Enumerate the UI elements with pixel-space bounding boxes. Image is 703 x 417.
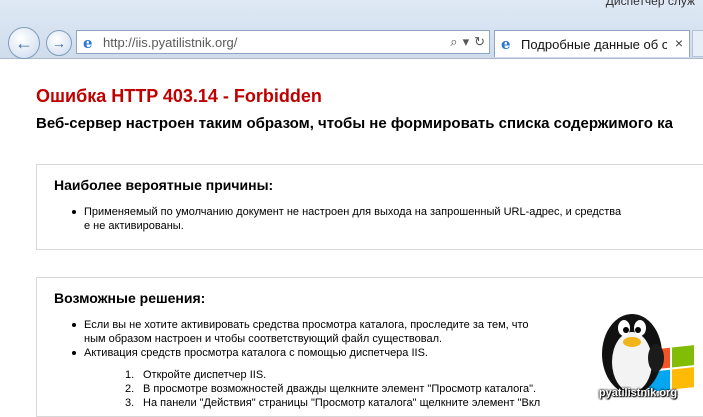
browser-toolbar: Диспетчер служ ← → e http://iis.pyatilis…: [0, 0, 703, 59]
chevron-down-icon[interactable]: ▾: [463, 34, 470, 50]
causes-heading: Наиболее вероятные причины:: [54, 177, 274, 193]
step-item: 3. На панели "Действия" страницы "Просмот…: [125, 396, 540, 410]
refresh-icon[interactable]: ↻: [474, 34, 485, 50]
step-text: На панели "Действия" страницы "Просмотр …: [143, 397, 541, 409]
cause-item-line2: е не активированы.: [84, 220, 184, 232]
forward-button[interactable]: →: [46, 30, 72, 56]
background-window-title: Диспетчер служ: [605, 0, 695, 8]
step-number: 1.: [125, 369, 135, 381]
pyatilistnik-logo: pyatilistnik.org: [588, 298, 703, 407]
solution-item-iis: Активация средств просмотра каталога с п…: [72, 347, 428, 359]
solutions-heading: Возможные решения:: [54, 290, 206, 306]
forward-arrow-icon: →: [52, 35, 66, 51]
ie-page-icon: e: [83, 34, 93, 52]
step-number: 2.: [125, 383, 135, 395]
address-tools: ⌕ ▾ ↻: [450, 34, 485, 50]
address-url[interactable]: http://iis.pyatilistnik.org/: [103, 35, 237, 50]
solution-item-line1: Если вы не хотите активировать средства …: [72, 319, 529, 331]
step-number: 3.: [125, 397, 135, 409]
back-arrow-icon: ←: [15, 32, 33, 53]
new-tab-button[interactable]: [692, 30, 703, 57]
back-button[interactable]: ←: [8, 27, 40, 59]
error-title: Ошибка HTTP 403.14 - Forbidden: [36, 86, 322, 106]
step-item: 2. В просмотре возможностей дважды щелкни…: [125, 382, 536, 396]
tab-active[interactable]: e Подробные данные об о... ×: [494, 30, 690, 57]
step-text: Откройте диспетчер IIS.: [143, 369, 267, 381]
tab-title: Подробные данные об о...: [521, 37, 667, 52]
error-subtitle: Веб-сервер настроен таким образом, чтобы…: [36, 115, 673, 132]
ie-tab-icon: e: [501, 35, 511, 53]
causes-panel: Наиболее вероятные причины: Применяемый …: [36, 164, 703, 250]
step-item: 1. Откройте диспетчер IIS.: [125, 368, 266, 382]
step-text: В просмотре возможностей дважды щелкните…: [143, 383, 537, 395]
address-bar[interactable]: e http://iis.pyatilistnik.org/ ⌕ ▾ ↻: [76, 30, 490, 54]
solution-item-line2: ным образом настроен и чтобы соответству…: [84, 333, 443, 345]
search-icon[interactable]: ⌕: [450, 34, 457, 50]
close-icon[interactable]: ×: [675, 35, 683, 51]
watermark-text: pyatilistnik.org: [598, 387, 678, 399]
cause-item-line1: Применяемый по умолчанию документ не нас…: [71, 206, 622, 218]
